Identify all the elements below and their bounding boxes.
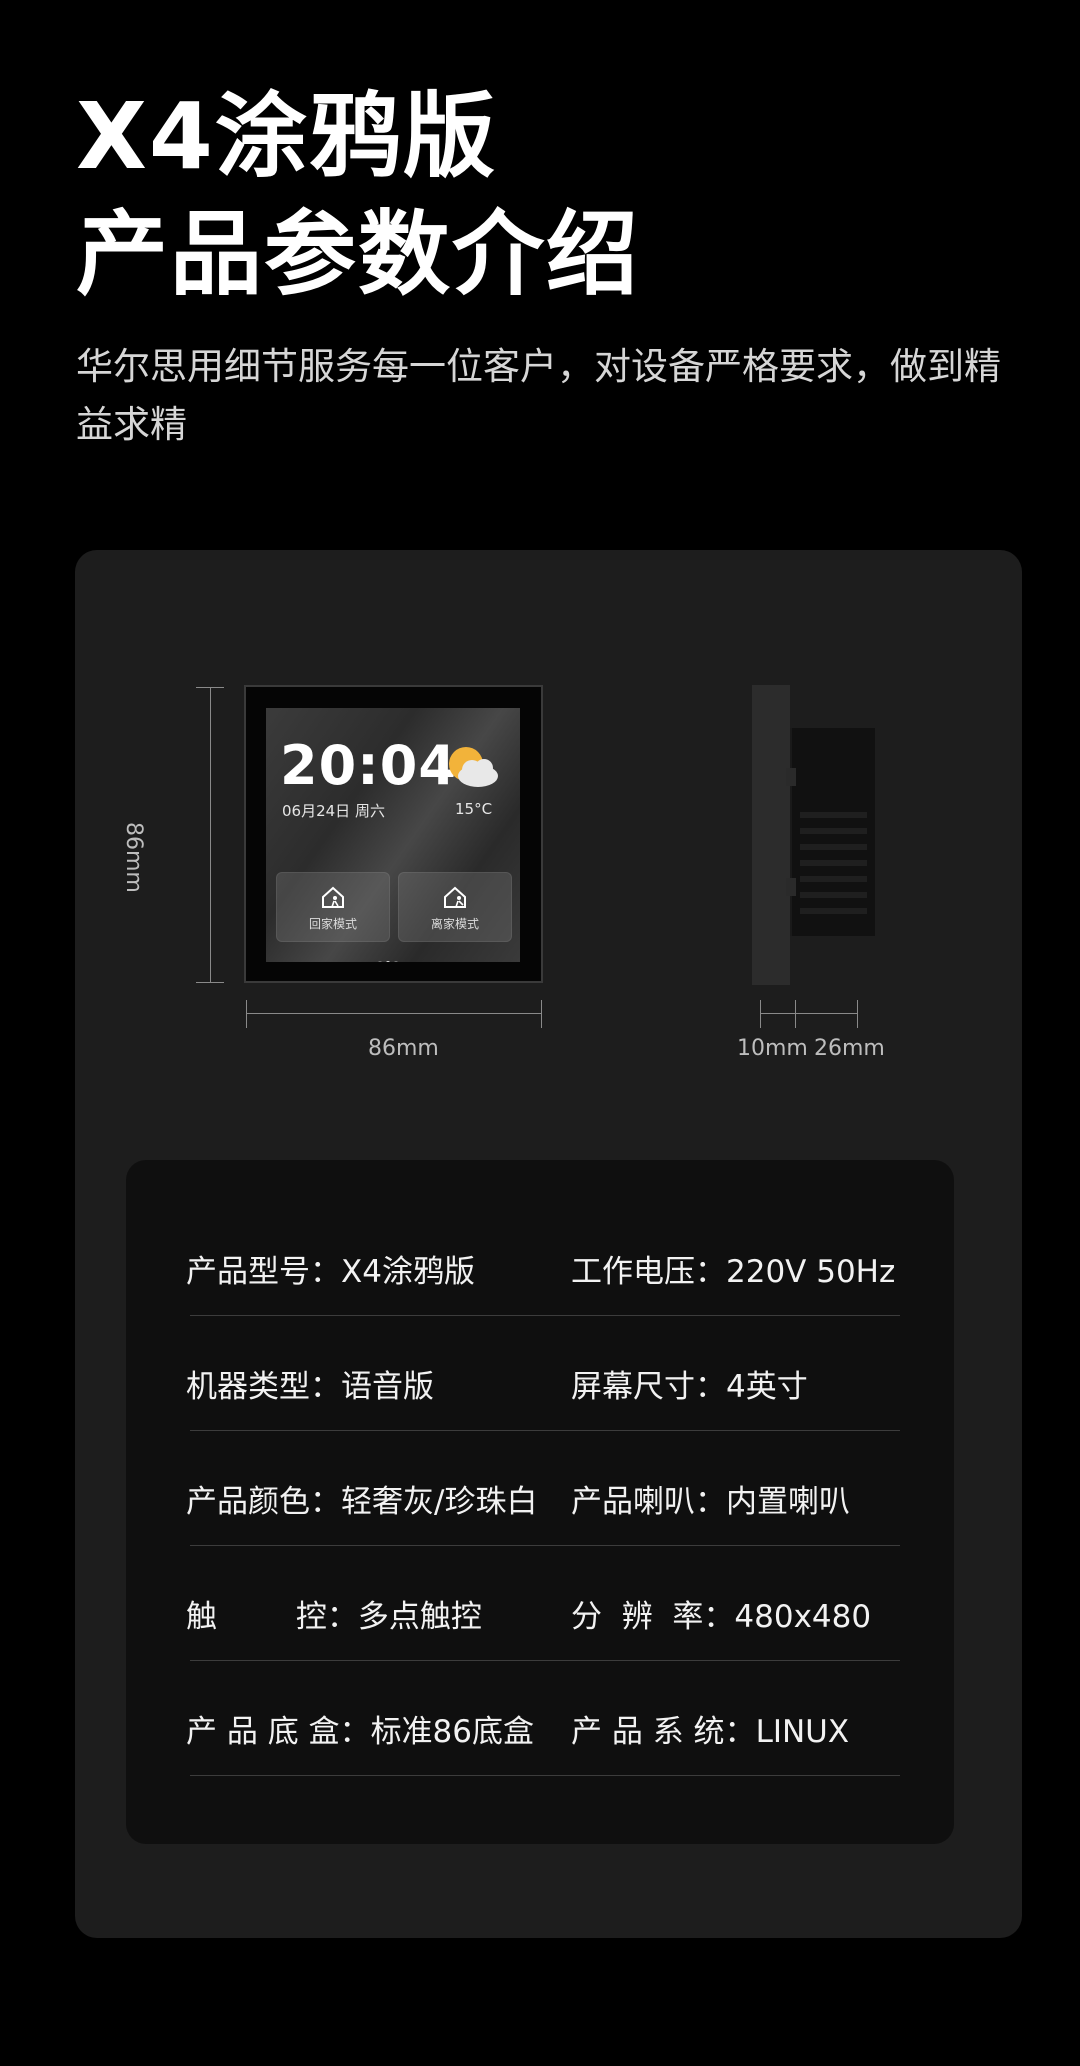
spec-label: 产 品 系 统：	[571, 1714, 756, 1750]
depth-dimension-tick	[760, 1000, 761, 1028]
spec-row: 产品颜色：轻奢灰/珍珠白 产品喇叭：内置喇叭	[186, 1459, 900, 1546]
page-title: X4涂鸦版 产品参数介绍	[76, 78, 640, 314]
depth-label-box: 26mm	[814, 1036, 885, 1061]
spec-right: 分 辨 率：480x480	[571, 1574, 871, 1660]
spec-right: 产品喇叭：内置喇叭	[571, 1459, 850, 1545]
spec-left: 机器类型：语音版	[186, 1344, 434, 1430]
temperature: 15°C	[455, 800, 493, 818]
spec-value: 内置喇叭	[726, 1484, 850, 1520]
page-dot	[378, 961, 382, 962]
spec-value: 多点触控	[357, 1599, 482, 1635]
page-dot-active	[386, 961, 390, 962]
away-mode-button[interactable]: 离家模式	[398, 872, 512, 942]
spec-label: 分 辨 率：	[571, 1599, 735, 1635]
depth-dimension-tick	[857, 1000, 858, 1028]
width-label: 86mm	[368, 1036, 439, 1061]
spec-row: 触 控：多点触控 分 辨 率：480x480	[186, 1574, 900, 1661]
spec-label: 产 品 底 盒：	[186, 1714, 371, 1750]
depth-label-plate: 10mm	[737, 1036, 808, 1061]
spec-row: 产 品 底 盒：标准86底盒 产 品 系 统：LINUX	[186, 1689, 900, 1776]
spec-label: 产品型号：	[186, 1254, 341, 1290]
spec-label: 产品喇叭：	[571, 1484, 726, 1520]
height-dimension-tick-top	[196, 687, 224, 688]
spec-value: 轻奢灰/珍珠白	[341, 1484, 538, 1520]
spec-value: X4涂鸦版	[341, 1254, 475, 1290]
spec-label: 工作电压：	[571, 1254, 726, 1290]
width-dimension-tick-left	[246, 1000, 247, 1028]
spec-right: 产 品 系 统：LINUX	[571, 1689, 849, 1775]
spec-value: 220V 50Hz	[726, 1254, 896, 1290]
side-vent	[800, 812, 867, 818]
clock-date: 06月24日 周六	[282, 802, 385, 820]
spec-row: 产品型号：X4涂鸦版 工作电压：220V 50Hz	[186, 1229, 900, 1316]
depth-dimension-line	[760, 1013, 858, 1014]
page-dot	[394, 961, 398, 962]
device-screen: 20:04 06月24日 周六 15°C 回家模式 离家模式	[266, 708, 520, 962]
title-line-1: X4涂鸦版	[76, 83, 497, 190]
spec-left: 产品颜色：轻奢灰/珍珠白	[186, 1459, 537, 1545]
height-dimension-line	[210, 687, 211, 983]
spec-value: 480x480	[734, 1599, 872, 1635]
depth-dimension-tick	[795, 1000, 796, 1028]
title-line-2: 产品参数介绍	[76, 201, 641, 308]
side-clip	[786, 768, 796, 786]
spec-value: 4英寸	[726, 1369, 808, 1405]
spec-left: 产 品 底 盒：标准86底盒	[186, 1689, 534, 1775]
side-vent	[800, 892, 867, 898]
side-vent	[800, 860, 867, 866]
height-dimension-tick-bottom	[196, 982, 224, 983]
spec-right: 屏幕尺寸：4英寸	[571, 1344, 808, 1430]
width-dimension-tick-right	[541, 1000, 542, 1028]
side-vent	[800, 844, 867, 850]
home-icon	[322, 886, 344, 908]
device-side-box	[786, 728, 875, 936]
leave-home-icon	[444, 886, 466, 908]
device-side-plate	[752, 685, 790, 985]
side-clip	[786, 878, 796, 896]
spec-label: 屏幕尺寸：	[571, 1369, 726, 1405]
side-vent	[800, 908, 867, 914]
away-mode-label: 离家模式	[430, 917, 479, 931]
spec-label: 机器类型：	[186, 1369, 341, 1405]
subtitle: 华尔思用细节服务每一位客户，对设备严格要求，做到精益求精	[76, 345, 1001, 446]
side-vent	[800, 876, 867, 882]
page-indicator	[378, 950, 402, 962]
width-dimension-line	[246, 1013, 542, 1014]
height-label: 86mm	[121, 822, 146, 893]
spec-label: 产品颜色：	[186, 1484, 341, 1520]
spec-value: 语音版	[341, 1369, 434, 1405]
home-mode-button[interactable]: 回家模式	[276, 872, 390, 942]
spec-label: 触 控：	[186, 1599, 358, 1635]
spec-left: 触 控：多点触控	[186, 1574, 482, 1660]
spec-value: LINUX	[755, 1714, 850, 1750]
clock-time: 20:04	[280, 734, 457, 797]
partly-cloudy-icon	[449, 747, 498, 787]
spec-left: 产品型号：X4涂鸦版	[186, 1229, 475, 1315]
spec-value: 标准86底盒	[370, 1714, 535, 1750]
side-vent	[800, 828, 867, 834]
spec-card: 产品型号：X4涂鸦版 工作电压：220V 50Hz 机器类型：语音版 屏幕尺寸：…	[126, 1160, 954, 1844]
spec-right: 工作电压：220V 50Hz	[571, 1229, 895, 1315]
spec-row: 机器类型：语音版 屏幕尺寸：4英寸	[186, 1344, 900, 1431]
home-mode-label: 回家模式	[308, 917, 357, 931]
